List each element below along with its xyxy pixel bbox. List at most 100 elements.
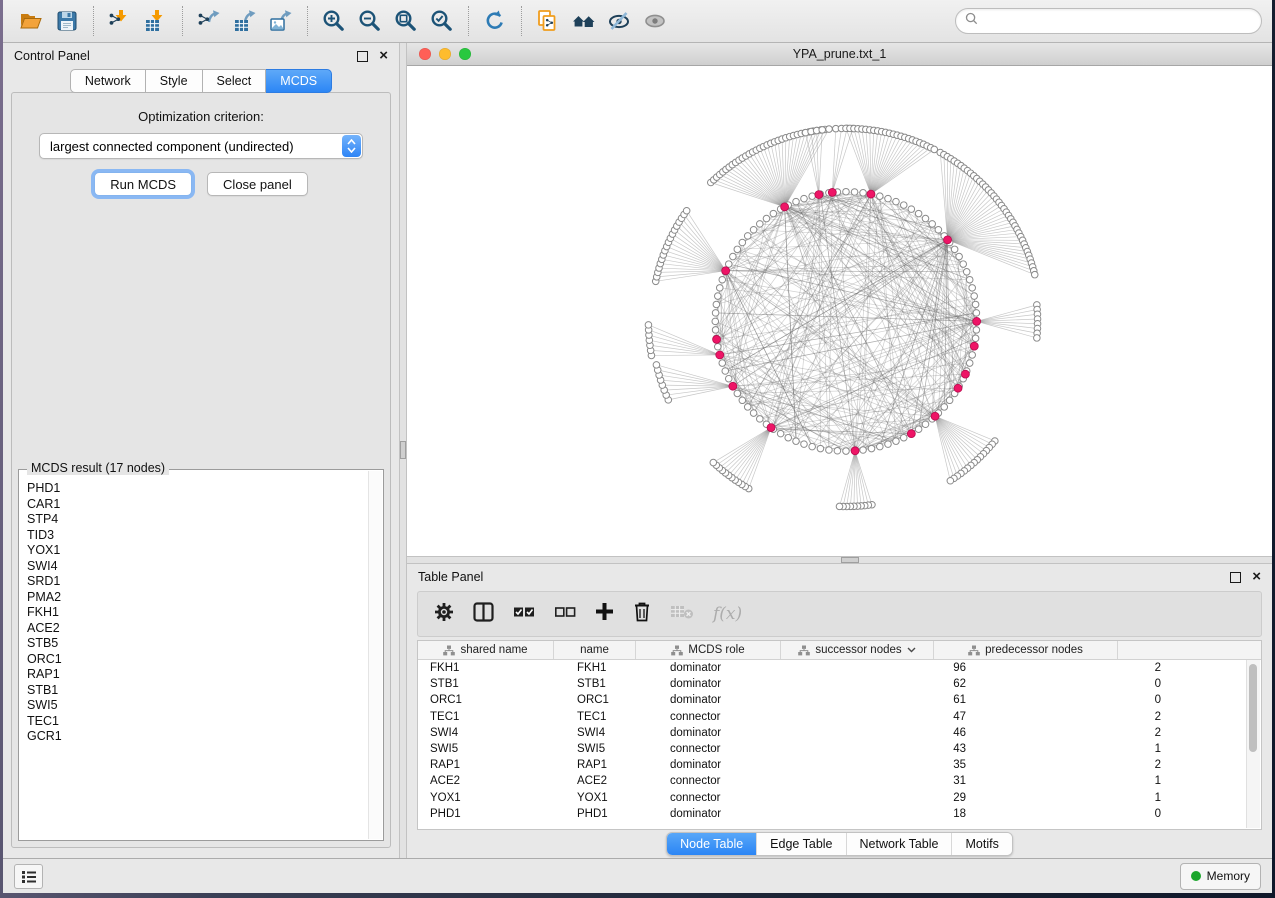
close-panel-icon[interactable]: × bbox=[1252, 572, 1261, 582]
table-toolbar-column-split-button[interactable] bbox=[473, 602, 494, 627]
mcds-result-item[interactable]: STB5 bbox=[27, 636, 368, 652]
table-toolbar-plus-button[interactable] bbox=[595, 602, 614, 626]
tab-edge-table[interactable]: Edge Table bbox=[756, 833, 845, 855]
column-split-icon bbox=[473, 602, 494, 627]
cell-MCDS-role: dominator bbox=[658, 678, 814, 690]
float-panel-icon[interactable] bbox=[357, 51, 368, 62]
search-input[interactable] bbox=[984, 13, 1252, 29]
optimization-criterion-select[interactable]: largest connected component (undirected) bbox=[39, 133, 363, 159]
memory-button[interactable]: Memory bbox=[1180, 863, 1261, 890]
hierarchy-icon bbox=[671, 645, 683, 656]
table-toolbar-checkboxes-checked-button[interactable] bbox=[513, 605, 535, 624]
tab-mcds[interactable]: MCDS bbox=[266, 69, 332, 93]
tab-motifs[interactable]: Motifs bbox=[951, 833, 1011, 855]
tab-node-table[interactable]: Node Table bbox=[667, 833, 756, 855]
float-panel-icon[interactable] bbox=[1230, 572, 1241, 583]
toolbar-folder-open-button[interactable] bbox=[13, 4, 49, 38]
cell-MCDS-role: dominator bbox=[658, 727, 814, 739]
mcds-result-box: MCDS result (17 nodes) PHD1CAR1STP4TID3Y… bbox=[18, 469, 384, 841]
mcds-result-item[interactable]: FKH1 bbox=[27, 605, 368, 621]
mcds-result-scrollbar[interactable] bbox=[368, 471, 382, 839]
table-toolbar-gear-button[interactable] bbox=[434, 602, 454, 627]
mcds-result-item[interactable]: YOX1 bbox=[27, 543, 368, 559]
mcds-result-item[interactable]: ACE2 bbox=[27, 621, 368, 637]
zoom-selected-icon bbox=[430, 9, 454, 33]
splitter-grip[interactable] bbox=[400, 441, 406, 459]
mcds-result-item[interactable]: SWI5 bbox=[27, 698, 368, 714]
window-minimize-button[interactable] bbox=[439, 48, 451, 60]
toolbar-floppy-save-button[interactable] bbox=[49, 4, 85, 38]
mcds-result-item[interactable]: TEC1 bbox=[27, 714, 368, 730]
table-row[interactable]: STB1STB1dominator620 bbox=[418, 676, 1261, 692]
table-row[interactable]: RAP1RAP1dominator352 bbox=[418, 757, 1261, 773]
table-row[interactable]: TEC1TEC1connector472 bbox=[418, 709, 1261, 725]
mcds-result-item[interactable]: ORC1 bbox=[27, 652, 368, 668]
mcds-result-item[interactable]: STP4 bbox=[27, 512, 368, 528]
search-box[interactable] bbox=[955, 8, 1262, 34]
network-canvas[interactable] bbox=[407, 66, 1272, 556]
table-row[interactable]: PHD1PHD1dominator180 bbox=[418, 806, 1261, 822]
tab-select[interactable]: Select bbox=[203, 69, 267, 93]
window-zoom-button[interactable] bbox=[459, 48, 471, 60]
table-row[interactable]: ACE2ACE2connector311 bbox=[418, 773, 1261, 789]
column-header-successor-nodes[interactable]: successor nodes bbox=[781, 641, 934, 659]
mcds-result-item[interactable]: PHD1 bbox=[27, 481, 368, 497]
cell-shared-name: SWI5 bbox=[418, 743, 565, 755]
column-label: shared name bbox=[460, 644, 527, 656]
tab-network[interactable]: Network bbox=[70, 69, 146, 93]
table-scrollbar[interactable] bbox=[1246, 660, 1260, 828]
column-header-predecessor-nodes[interactable]: predecessor nodes bbox=[934, 641, 1118, 659]
network-graph[interactable] bbox=[407, 66, 1272, 556]
task-history-button[interactable] bbox=[14, 864, 43, 889]
table-toolbar-trash-button[interactable] bbox=[633, 601, 651, 627]
mcds-result-item[interactable]: TID3 bbox=[27, 528, 368, 544]
toolbar-copy-network-button[interactable] bbox=[530, 4, 566, 38]
toolbar-import-network-button[interactable] bbox=[102, 4, 138, 38]
table-body: FKH1FKH1dominator962STB1STB1dominator620… bbox=[418, 660, 1261, 822]
toolbar-export-image-button[interactable] bbox=[263, 4, 299, 38]
table-toolbar-checkboxes-unchecked-button[interactable] bbox=[554, 605, 576, 624]
toolbar-export-network-button[interactable] bbox=[191, 4, 227, 38]
vertical-splitter[interactable] bbox=[399, 43, 407, 858]
run-mcds-button[interactable]: Run MCDS bbox=[94, 172, 192, 196]
tab-network-table[interactable]: Network Table bbox=[846, 833, 952, 855]
mcds-result-item[interactable]: RAP1 bbox=[27, 667, 368, 683]
table-tabs-bar: Node TableEdge TableNetwork TableMotifs bbox=[407, 830, 1272, 858]
mcds-result-item[interactable]: GCR1 bbox=[27, 729, 368, 745]
toolbar-eye-disabled-button bbox=[638, 4, 674, 38]
import-table-icon bbox=[144, 9, 168, 33]
toolbar-eye-slash-button[interactable] bbox=[602, 4, 638, 38]
column-header-name[interactable]: name bbox=[554, 641, 636, 659]
table-row[interactable]: SWI4SWI4dominator462 bbox=[418, 725, 1261, 741]
mcds-result-item[interactable]: STB1 bbox=[27, 683, 368, 699]
table-row[interactable]: FKH1FKH1dominator962 bbox=[418, 660, 1261, 676]
toolbar-zoom-selected-button[interactable] bbox=[424, 4, 460, 38]
table-row[interactable]: YOX1YOX1connector291 bbox=[418, 790, 1261, 806]
column-header-shared-name[interactable]: shared name bbox=[418, 641, 554, 659]
mcds-result-item[interactable]: SWI4 bbox=[27, 559, 368, 575]
mcds-result-item[interactable]: CAR1 bbox=[27, 497, 368, 513]
horizontal-splitter[interactable] bbox=[407, 556, 1272, 564]
column-header-MCDS-role[interactable]: MCDS role bbox=[636, 641, 781, 659]
table-panel-title: Table Panel bbox=[418, 570, 483, 584]
mcds-result-item[interactable]: SRD1 bbox=[27, 574, 368, 590]
toolbar-export-table-button[interactable] bbox=[227, 4, 263, 38]
close-panel-button[interactable]: Close panel bbox=[207, 172, 308, 196]
trash-icon bbox=[633, 601, 651, 627]
toolbar-import-table-button[interactable] bbox=[138, 4, 174, 38]
toolbar-zoom-out-button[interactable] bbox=[352, 4, 388, 38]
toolbar-refresh-layout-button[interactable] bbox=[477, 4, 513, 38]
table-row[interactable]: SWI5SWI5connector431 bbox=[418, 741, 1261, 757]
toolbar-zoom-in-button[interactable] bbox=[316, 4, 352, 38]
tab-style[interactable]: Style bbox=[146, 69, 203, 93]
table-scrollbar-thumb[interactable] bbox=[1249, 664, 1257, 752]
toolbar-double-house-button[interactable] bbox=[566, 4, 602, 38]
window-close-button[interactable] bbox=[419, 48, 431, 60]
mcds-result-item[interactable]: PMA2 bbox=[27, 590, 368, 606]
cell-successor-nodes: 43 bbox=[814, 743, 978, 755]
memory-status-dot bbox=[1191, 871, 1201, 881]
toolbar-zoom-fit-button[interactable] bbox=[388, 4, 424, 38]
table-row[interactable]: ORC1ORC1dominator610 bbox=[418, 692, 1261, 708]
close-panel-icon[interactable]: × bbox=[379, 51, 388, 61]
splitter-grip[interactable] bbox=[841, 557, 859, 563]
